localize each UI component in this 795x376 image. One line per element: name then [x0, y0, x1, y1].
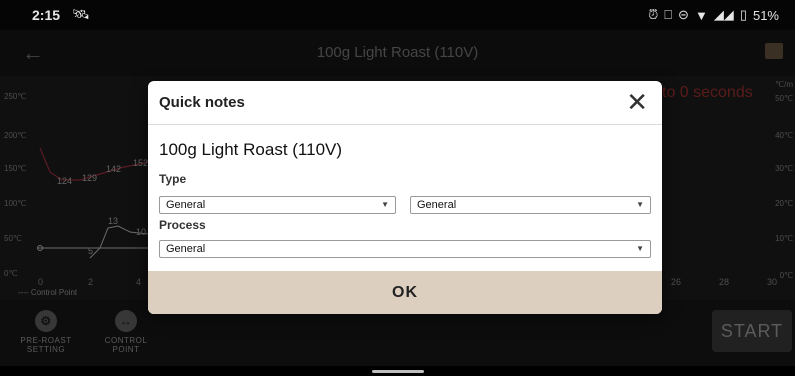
ok-button[interactable]: OK [148, 271, 662, 314]
status-icons: ⏰︎ ⎕ ⊝ ▼ ◢◢ ▯ 51% [648, 7, 779, 23]
quick-notes-dialog: Quick notes ✕ 100g Light Roast (110V) Ty… [148, 81, 662, 314]
type-select-secondary[interactable]: General ▼ [410, 196, 651, 214]
battery-level: 51% [752, 7, 779, 23]
status-time: 2:15 [32, 7, 61, 23]
dnd-icon: ⊝ [678, 7, 689, 22]
dialog-header: Quick notes ✕ [148, 81, 662, 125]
type-select-secondary-value: General [417, 199, 457, 211]
satellite-icon: 🛰︎ [72, 6, 90, 22]
alarm-icon: ⏰︎ [648, 7, 659, 22]
type-select-primary[interactable]: General ▼ [159, 196, 396, 214]
chevron-down-icon: ▼ [636, 244, 644, 253]
roast-name: 100g Light Roast (110V) [159, 140, 343, 159]
dialog-title: Quick notes [159, 94, 245, 111]
signal-icon: ◢◢ [713, 7, 734, 22]
close-icon[interactable]: ✕ [626, 88, 648, 118]
type-label: Type [159, 172, 187, 186]
status-bar: 2:15 🛰︎ ⏰︎ ⎕ ⊝ ▼ ◢◢ ▯ 51% [0, 0, 795, 30]
chevron-down-icon: ▼ [636, 200, 644, 209]
type-select-primary-value: General [166, 199, 206, 211]
chevron-down-icon: ▼ [381, 200, 389, 209]
process-label: Process [159, 218, 206, 232]
nav-bar [0, 366, 795, 376]
wifi-icon: ▼ [694, 7, 708, 23]
process-select[interactable]: General ▼ [159, 240, 651, 258]
home-handle[interactable] [372, 370, 424, 373]
vibrate-icon: ⎕ [664, 7, 673, 22]
process-select-value: General [166, 243, 206, 255]
battery-icon: ▯ [739, 7, 747, 22]
